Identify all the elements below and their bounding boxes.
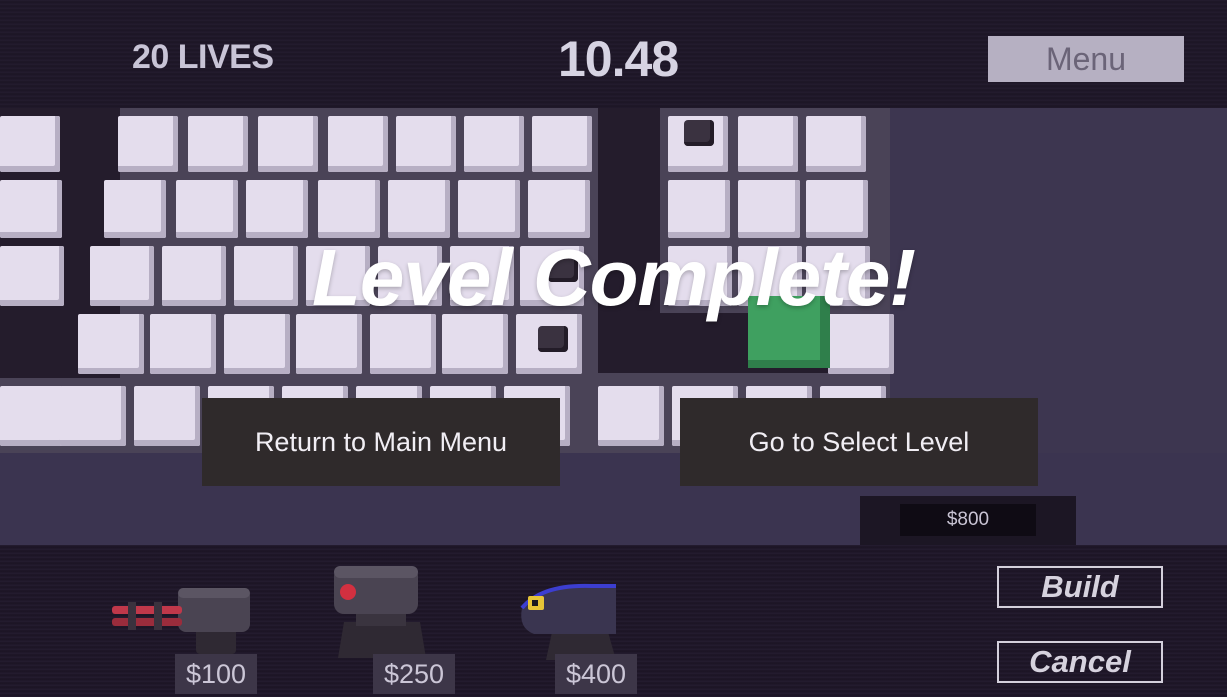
lives-counter: 20 LIVES (132, 38, 274, 76)
build-tile[interactable] (396, 116, 456, 172)
build-tile[interactable] (532, 116, 592, 172)
build-tile[interactable] (738, 180, 800, 238)
placed-turret[interactable] (684, 120, 714, 146)
build-tile[interactable] (0, 116, 60, 172)
build-tile[interactable] (0, 386, 66, 446)
turret-price-100: $100 (175, 654, 257, 694)
turret-price-400: $400 (555, 654, 637, 694)
placed-turret[interactable] (538, 326, 568, 352)
build-tile[interactable] (598, 386, 664, 446)
money-display: $800 (900, 504, 1036, 536)
build-tile[interactable] (318, 180, 380, 238)
turret-price-250: $250 (373, 654, 455, 694)
cancel-button[interactable]: Cancel (997, 641, 1163, 683)
build-tile[interactable] (118, 116, 178, 172)
game-screen: 20 LIVES 10.48 Menu Level Complete! Retu… (0, 0, 1227, 697)
top-hud: 20 LIVES 10.48 Menu (0, 0, 1227, 108)
return-main-menu-button[interactable]: Return to Main Menu (202, 398, 560, 486)
menu-button[interactable]: Menu (988, 36, 1184, 82)
build-tile[interactable] (60, 386, 126, 446)
build-tile[interactable] (0, 180, 62, 238)
level-complete-title: Level Complete! (312, 233, 916, 322)
build-tile[interactable] (246, 180, 308, 238)
select-level-button[interactable]: Go to Select Level (680, 398, 1038, 486)
red-barrel-turret-icon[interactable] (108, 580, 258, 660)
red-eye-cannon-turret-icon[interactable] (330, 562, 430, 660)
build-tile[interactable] (458, 180, 520, 238)
build-tile[interactable] (188, 116, 248, 172)
build-button[interactable]: Build (997, 566, 1163, 608)
build-tile[interactable] (328, 116, 388, 172)
build-tile[interactable] (668, 180, 730, 238)
build-tile[interactable] (104, 180, 166, 238)
build-tile[interactable] (464, 116, 524, 172)
game-board (0, 108, 1227, 545)
build-tile[interactable] (134, 386, 200, 446)
build-tile[interactable] (176, 180, 238, 238)
build-tile[interactable] (738, 116, 798, 172)
build-tile[interactable] (258, 116, 318, 172)
build-tile[interactable] (528, 180, 590, 238)
build-tile[interactable] (806, 180, 868, 238)
build-tile[interactable] (388, 180, 450, 238)
level-timer: 10.48 (558, 31, 679, 87)
build-tile[interactable] (806, 116, 866, 172)
blue-laser-turret-icon[interactable] (512, 578, 632, 662)
